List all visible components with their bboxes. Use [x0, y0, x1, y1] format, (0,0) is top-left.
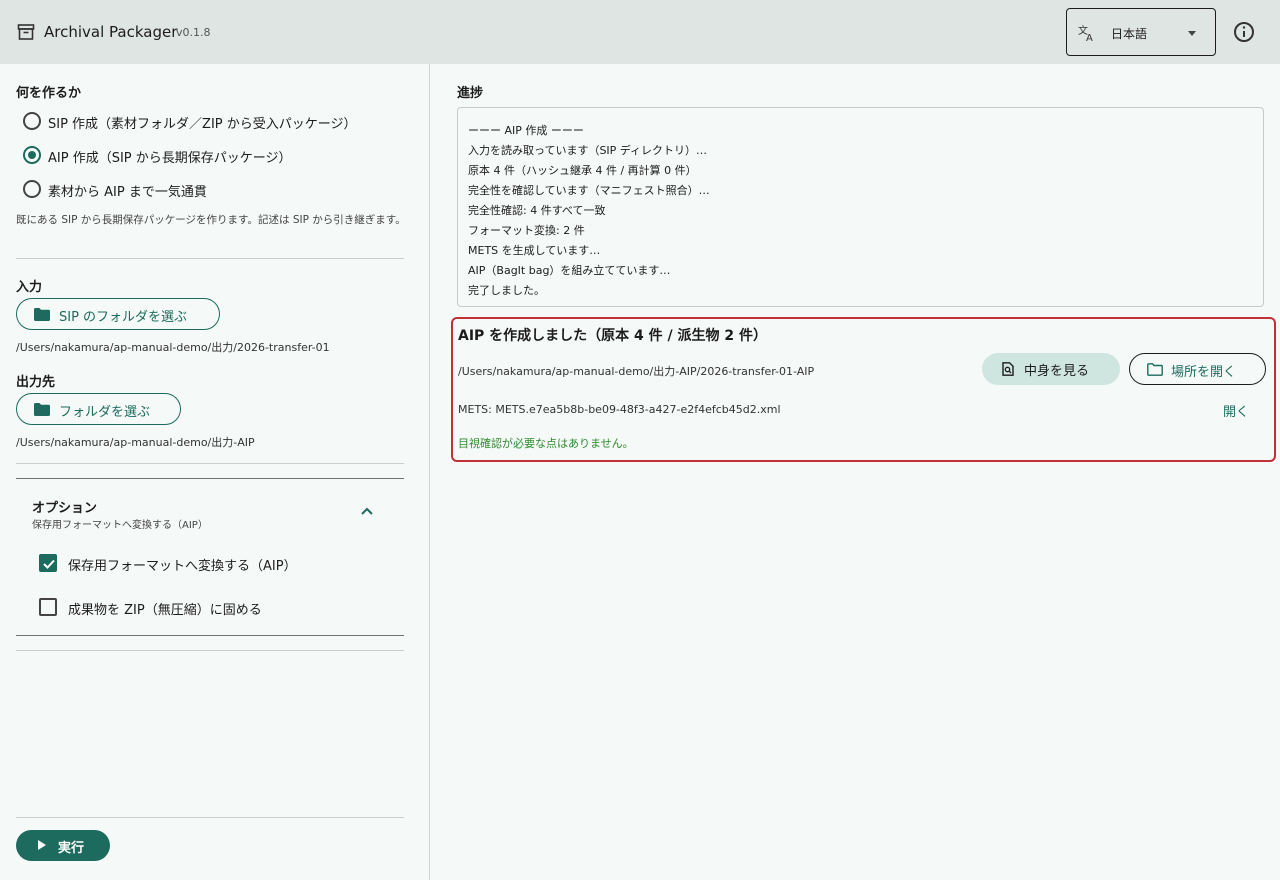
mets-file: METS: METS.e7ea5b8b-be09-48f3-a427-e2f4e… [458, 403, 781, 416]
open-location-button[interactable]: 場所を開く [1129, 353, 1266, 385]
file-search-icon [1002, 362, 1014, 376]
play-icon [38, 840, 46, 850]
input-path: /Users/nakamura/ap-manual-demo/出力/2026-t… [16, 341, 330, 354]
log-line: 原本 4 件（ハッシュ継承 4 件 / 再計算 0 件） [468, 164, 697, 177]
chevron-down-icon [1188, 31, 1196, 36]
result-path: /Users/nakamura/ap-manual-demo/出力-AIP/20… [458, 365, 815, 378]
app-header: Archival Packager v0.1.8 文 A 日本語 [0, 0, 1280, 64]
choose-output-folder-label: フォルダを選ぶ [59, 405, 151, 420]
mode-radio-sip[interactable] [23, 112, 41, 130]
options-title[interactable]: オプション [32, 497, 97, 516]
output-section-title: 出力先 [16, 375, 56, 390]
log-line: ーーー AIP 作成 ーーー [468, 124, 584, 137]
options-subtitle: 保存用フォーマットへ変換する（AIP） [32, 520, 208, 531]
log-line: 完全性を確認しています（マニフェスト照合）… [468, 184, 710, 197]
app-title: Archival Packager [44, 23, 178, 41]
view-contents-label: 中身を見る [1024, 364, 1090, 379]
log-line: AIP（BagIt bag）を組み立てています… [468, 264, 671, 277]
folder-icon [34, 403, 50, 416]
log-line: METS を生成しています… [468, 244, 601, 257]
zip-output-label[interactable]: 成果物を ZIP（無圧縮）に固める [68, 599, 262, 618]
language-value: 日本語 [1111, 27, 1148, 41]
result-title: AIP を作成しました（原本 4 件 / 派生物 2 件） [458, 328, 768, 344]
language-select[interactable]: 文 A 日本語 [1066, 8, 1216, 56]
divider [16, 817, 404, 818]
open-mets-link[interactable]: 開く [1223, 401, 1249, 420]
log-line: 完了しました。 [468, 284, 545, 297]
options-top-border [16, 478, 404, 479]
log-line: 完全性確認: 4 件すべて一致 [468, 204, 606, 217]
mode-section-title: 何を作るか [16, 86, 82, 101]
run-button-label: 実行 [58, 841, 85, 856]
folder-icon [34, 308, 50, 321]
choose-output-folder-button[interactable]: フォルダを選ぶ [16, 393, 181, 425]
mode-hint: 既にある SIP から長期保存パッケージを作ります。記述は SIP から引き継ぎ… [16, 214, 406, 226]
convert-format-checkbox[interactable] [39, 554, 57, 572]
convert-format-label[interactable]: 保存用フォーマットへ変換する（AIP） [68, 555, 297, 574]
divider [16, 650, 404, 651]
run-button[interactable]: 実行 [16, 830, 110, 861]
mode-label-aip[interactable]: AIP 作成（SIP から長期保存パッケージ） [48, 147, 292, 166]
mode-label-sip[interactable]: SIP 作成（素材フォルダ／ZIP から受入パッケージ） [48, 113, 357, 132]
log-line: フォーマット変換: 2 件 [468, 224, 585, 237]
divider [16, 463, 404, 464]
progress-log: ーーー AIP 作成 ーーー 入力を読み取っています（SIP ディレクトリ）… … [457, 107, 1264, 307]
chevron-up-icon[interactable] [360, 504, 374, 518]
divider [16, 258, 404, 259]
options-bottom-border [16, 635, 404, 636]
open-location-label: 場所を開く [1171, 365, 1237, 380]
translate-icon: 文 A [1078, 24, 1093, 42]
progress-title: 進捗 [457, 86, 484, 101]
mode-radio-aip[interactable] [23, 146, 41, 164]
log-line: 入力を読み取っています（SIP ディレクトリ）… [468, 144, 708, 157]
folder-outline-icon [1147, 363, 1163, 376]
mode-radio-full[interactable] [23, 180, 41, 198]
info-icon[interactable] [1232, 20, 1256, 44]
result-card: AIP を作成しました（原本 4 件 / 派生物 2 件） /Users/nak… [451, 317, 1276, 462]
settings-panel: 何を作るか SIP 作成（素材フォルダ／ZIP から受入パッケージ） AIP 作… [0, 64, 430, 880]
archive-box-icon [17, 24, 35, 40]
svg-text:A: A [1086, 33, 1093, 42]
check-icon [43, 559, 55, 569]
status-message: 目視確認が必要な点はありません。 [458, 437, 634, 450]
input-section-title: 入力 [16, 280, 43, 295]
choose-sip-folder-button[interactable]: SIP のフォルダを選ぶ [16, 298, 220, 330]
choose-sip-folder-label: SIP のフォルダを選ぶ [59, 310, 188, 325]
mode-label-full[interactable]: 素材から AIP まで一気通貫 [48, 181, 207, 200]
view-contents-button[interactable]: 中身を見る [982, 353, 1120, 385]
zip-output-checkbox[interactable] [39, 598, 57, 616]
app-version: v0.1.8 [176, 26, 211, 39]
output-path: /Users/nakamura/ap-manual-demo/出力-AIP [16, 436, 255, 449]
